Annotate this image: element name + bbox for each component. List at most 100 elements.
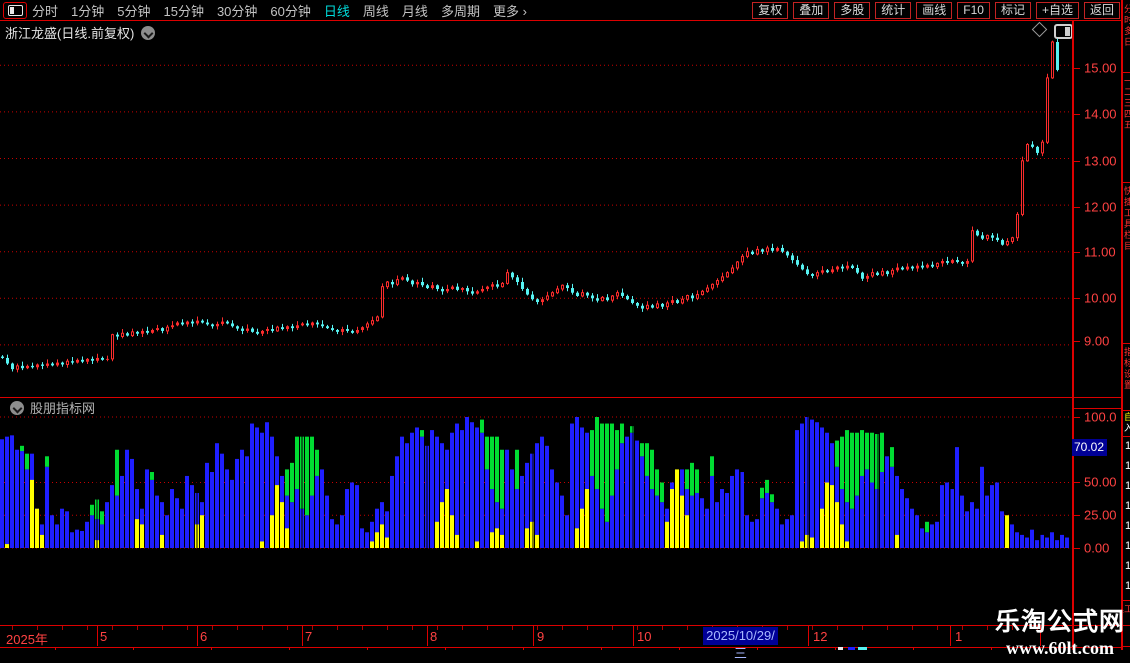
date-separator [427, 626, 428, 646]
watermark-url: www.60lt.com [1006, 638, 1114, 658]
month-label-9: 9 [537, 629, 545, 644]
date-separator [302, 626, 303, 646]
period-item-月线[interactable]: 月线 [402, 1, 428, 20]
toolbar-button-复权[interactable]: 复权 [752, 2, 789, 19]
candlestick-chart[interactable] [0, 21, 1072, 397]
toolbar-button-F10[interactable]: F10 [957, 2, 990, 19]
period-item-1分钟[interactable]: 1分钟 [71, 1, 104, 20]
period-item-30分钟[interactable]: 30分钟 [217, 1, 257, 20]
indicator-bar-chart[interactable] [0, 410, 1072, 551]
date-tick [987, 626, 988, 630]
axis-label: 14.00 [1084, 106, 1117, 122]
axis-tick [1074, 298, 1080, 299]
axis-label: 50.00 [1084, 474, 1117, 490]
strip-vertical-text: 自入 [1123, 412, 1130, 434]
date-tick [462, 626, 463, 630]
toolbar-buttons: 复权 叠加 多股 统计 画线 F10 标记 +自选 返回 [747, 2, 1120, 19]
date-tick [787, 626, 788, 630]
date-tick [587, 626, 588, 630]
year-label: 2025年 [6, 632, 48, 647]
axis-label: 12.00 [1084, 199, 1117, 215]
period-menu: 分时 1分钟 5分钟 15分钟 30分钟 60分钟 日线 周线 月线 多周期 更多 › [32, 0, 540, 20]
date-separator [97, 626, 98, 646]
axis-label: 15.00 [1084, 60, 1117, 76]
right-edge-strip: 分时多日一二三四五快捷工具栏目指标设置自入111111111工具 [1121, 0, 1130, 650]
date-tick [912, 626, 913, 630]
axis-label: 13.00 [1084, 153, 1117, 169]
period-item-更多 ›[interactable]: 更多 › [493, 1, 527, 20]
date-tick [337, 626, 338, 630]
strip-vertical-text: 指标设置 [1123, 347, 1130, 391]
strip-divider [1123, 410, 1130, 411]
period-item-分时[interactable]: 分时 [32, 1, 58, 20]
date-tick [62, 626, 63, 630]
date-tick [612, 626, 613, 630]
axis-tick [1074, 207, 1080, 208]
period-item-多周期[interactable]: 多周期 [441, 1, 480, 20]
date-tick [87, 626, 88, 630]
toolbar-button-多股[interactable]: 多股 [834, 2, 871, 19]
toolbar-button-叠加[interactable]: 叠加 [793, 2, 830, 19]
date-tick [112, 626, 113, 630]
axis-sub-divider [1072, 408, 1121, 409]
toolbar-button-返回[interactable]: 返回 [1083, 2, 1120, 19]
date-separator [533, 626, 534, 646]
panel-toggle-button[interactable] [3, 2, 27, 19]
toolbar-button-统计[interactable]: 统计 [875, 2, 912, 19]
toolbar-button-标记[interactable]: 标记 [994, 2, 1031, 19]
date-separator [950, 626, 951, 646]
axis-tick [1074, 114, 1080, 115]
date-tick [237, 626, 238, 630]
right-axis: 15.00 14.00 13.00 12.00 11.00 10.00 9.00 100.0 5… [1072, 21, 1123, 650]
strip-vertical-text: 111111111 [1123, 440, 1130, 598]
date-tick [512, 626, 513, 630]
date-tick [262, 626, 263, 630]
watermark: 乐淘公式网 www.60lt.com [995, 602, 1125, 659]
selected-date-badge: 2025/10/29/三 [703, 627, 778, 661]
date-tick [662, 626, 663, 630]
strip-divider [1123, 182, 1130, 183]
axis-tick [1074, 161, 1080, 162]
axis-label: 10.00 [1084, 290, 1117, 306]
date-separator [633, 626, 634, 646]
date-separator [808, 626, 809, 646]
panel-toggle-icon [7, 5, 23, 16]
axis-tick [1074, 68, 1080, 69]
date-tick [687, 626, 688, 630]
axis-tick [1074, 341, 1080, 342]
axis-label: 9.00 [1084, 333, 1110, 349]
top-toolbar: 分时 1分钟 5分钟 15分钟 30分钟 60分钟 日线 周线 月线 多周期 更多 › 复权 叠加 多股… [0, 0, 1130, 20]
indicator-value-badge: 70.02 [1072, 439, 1107, 456]
date-tick [887, 626, 888, 630]
period-item-日线[interactable]: 日线 [324, 1, 350, 20]
period-item-周线[interactable]: 周线 [363, 1, 389, 20]
strip-divider [1123, 343, 1130, 344]
period-item-60分钟[interactable]: 60分钟 [270, 1, 310, 20]
date-tick [187, 626, 188, 630]
month-label-7: 7 [305, 629, 313, 644]
strip-vertical-text: 一二三四五 [1123, 76, 1130, 131]
strip-vertical-text: 快捷工具栏目 [1123, 186, 1130, 252]
axis-tick [1074, 417, 1080, 418]
period-item-5分钟[interactable]: 5分钟 [117, 1, 150, 20]
panel-divider [0, 397, 1121, 398]
date-tick [937, 626, 938, 630]
period-item-15分钟[interactable]: 15分钟 [163, 1, 203, 20]
date-axis[interactable]: 2025年 5 6 7 8 9 10 12 1 2025/10/29/三 [0, 625, 1121, 661]
axis-label: 25.00 [1084, 507, 1117, 523]
month-label-10: 10 [637, 629, 652, 644]
toolbar-button-画线[interactable]: 画线 [916, 2, 953, 19]
axis-tick [1074, 548, 1080, 549]
strip-divider [1123, 72, 1130, 73]
date-tick [487, 626, 488, 630]
axis-tick [1074, 482, 1080, 483]
date-tick [137, 626, 138, 630]
axis-label: 0.00 [1084, 540, 1110, 556]
toolbar-button-+自选[interactable]: +自选 [1035, 2, 1079, 19]
date-tick [412, 626, 413, 630]
month-label-6: 6 [200, 629, 208, 644]
axis-label: 11.00 [1084, 244, 1116, 260]
axis-tick [1074, 515, 1080, 516]
date-tick [287, 626, 288, 630]
month-label-12: 12 [813, 629, 828, 644]
